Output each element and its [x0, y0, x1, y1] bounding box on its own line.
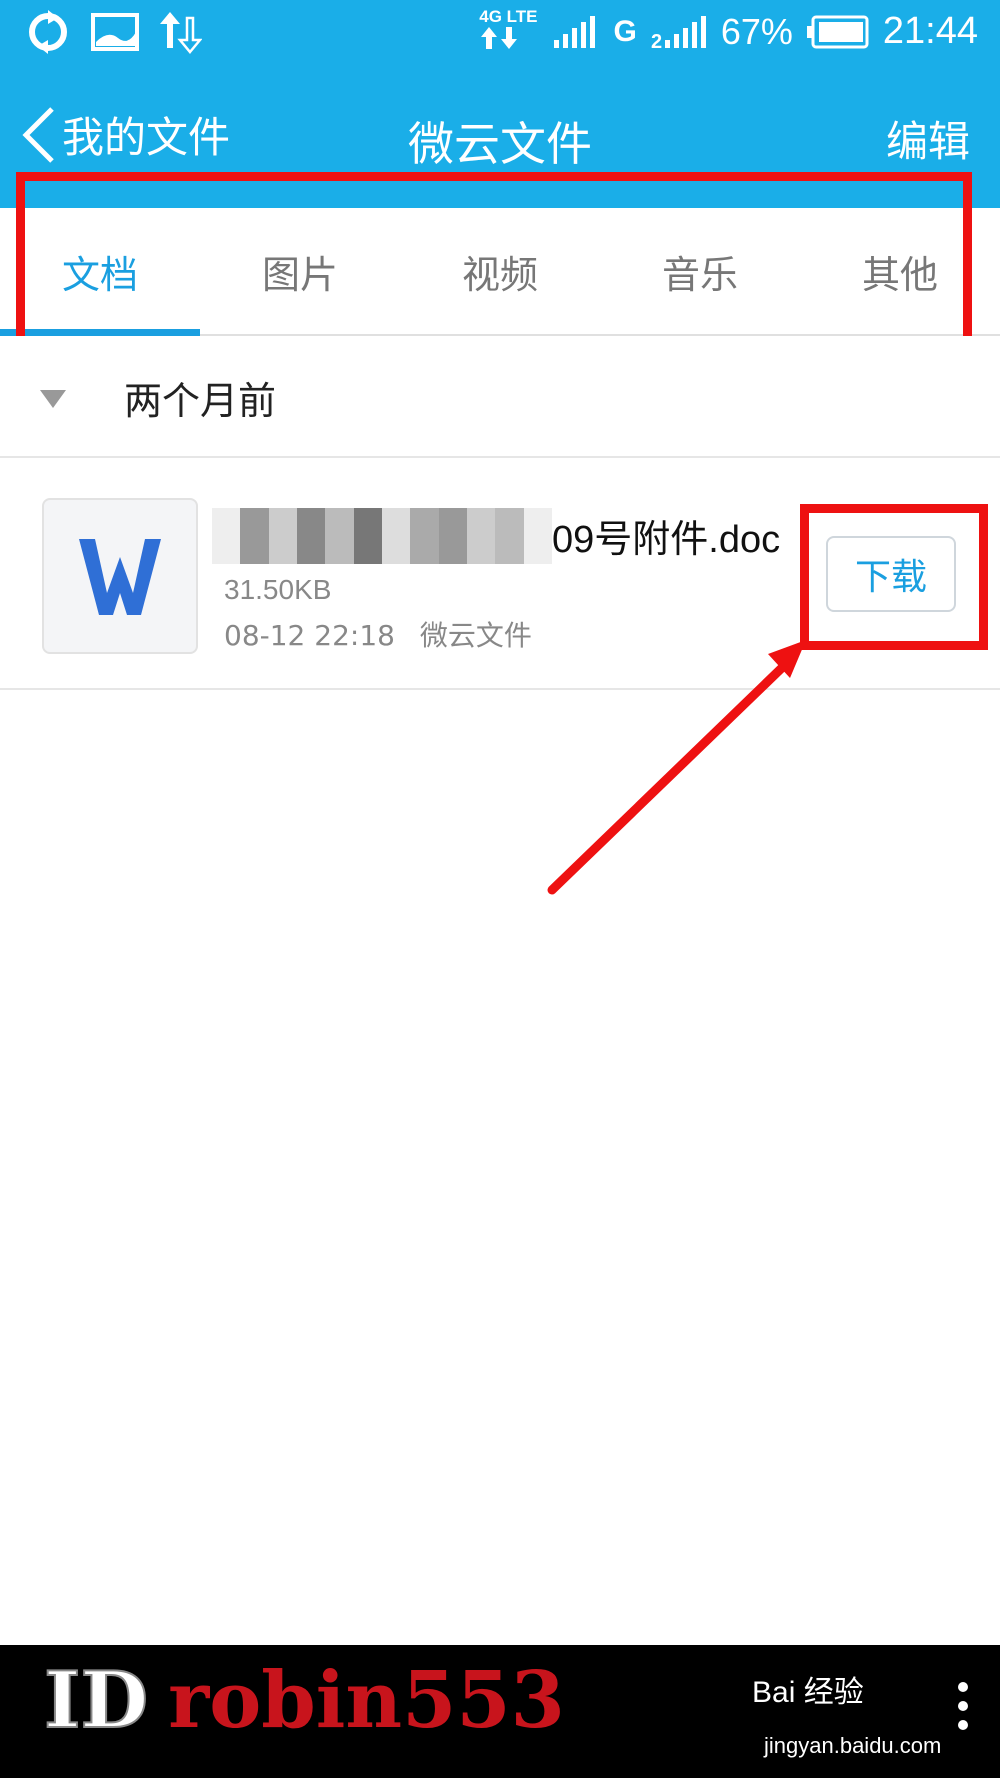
file-list-item[interactable]: 09号附件.doc 31.50KB 08-12 22:18 微云文件 下载 — [0, 458, 1000, 690]
tab-pictures[interactable]: 图片 — [200, 208, 400, 334]
network-type-label: 4G LTE — [479, 7, 538, 26]
collapse-triangle-icon[interactable] — [38, 388, 68, 410]
section-header: 两个月前 — [0, 336, 1000, 458]
file-date: 08-12 22:18 — [224, 619, 395, 652]
baidu-url: jingyan.baidu.com — [764, 1733, 942, 1758]
title-bar: 我的文件 微云文件 编辑 — [0, 68, 1000, 208]
signal-g-label: G — [613, 14, 637, 48]
clock: 21:44 — [882, 10, 978, 52]
signal-icon-2: 2 — [651, 15, 706, 50]
image-icon — [91, 13, 139, 51]
status-bar: 4G LTE G 2 67% 21:44 — [0, 0, 1000, 68]
file-name-visible: 09号附件.doc — [552, 519, 781, 561]
file-size: 31.50KB — [224, 574, 332, 605]
network-arrows-icon — [481, 27, 518, 49]
more-menu-icon[interactable] — [956, 1681, 970, 1731]
battery-percent: 67% — [720, 10, 793, 52]
file-meta: 08-12 22:18 微云文件 — [224, 614, 532, 654]
baidu-logo: Bai 经验 — [752, 1676, 864, 1709]
tab-documents[interactable]: 文档 — [0, 208, 200, 336]
status-right-icons: 4G LTE G 2 67% 21:44 — [479, 8, 978, 55]
download-button[interactable]: 下载 — [826, 536, 956, 612]
battery-icon — [806, 15, 869, 48]
tab-videos[interactable]: 视频 — [400, 208, 600, 334]
tab-music[interactable]: 音乐 — [600, 208, 800, 334]
status-left-icons — [24, 8, 202, 56]
edit-button[interactable]: 编辑 — [886, 108, 970, 169]
page-title: 微云文件 — [408, 117, 592, 171]
watermark-id-text: ID — [43, 1654, 149, 1747]
watermark-name-text: robin553 — [168, 1655, 565, 1746]
category-tabs: 文档 图片 视频 音乐 其他 — [0, 208, 1000, 336]
network-indicator: 4G LTE — [479, 7, 538, 55]
svg-text:2: 2 — [651, 31, 662, 50]
bottom-bar: ID robin553 Bai 经验 jingyan.baidu.com — [0, 1645, 1000, 1778]
signal-icon-1 — [553, 15, 595, 48]
section-title: 两个月前 — [124, 379, 277, 423]
file-source: 微云文件 — [419, 619, 532, 652]
tab-other[interactable]: 其他 — [800, 208, 1000, 334]
data-transfer-icon — [160, 12, 202, 54]
watermark-id: ID robin553 — [43, 1654, 565, 1747]
sync-icon — [29, 10, 67, 54]
file-name: 09号附件.doc — [212, 508, 780, 563]
word-doc-icon — [42, 498, 198, 654]
